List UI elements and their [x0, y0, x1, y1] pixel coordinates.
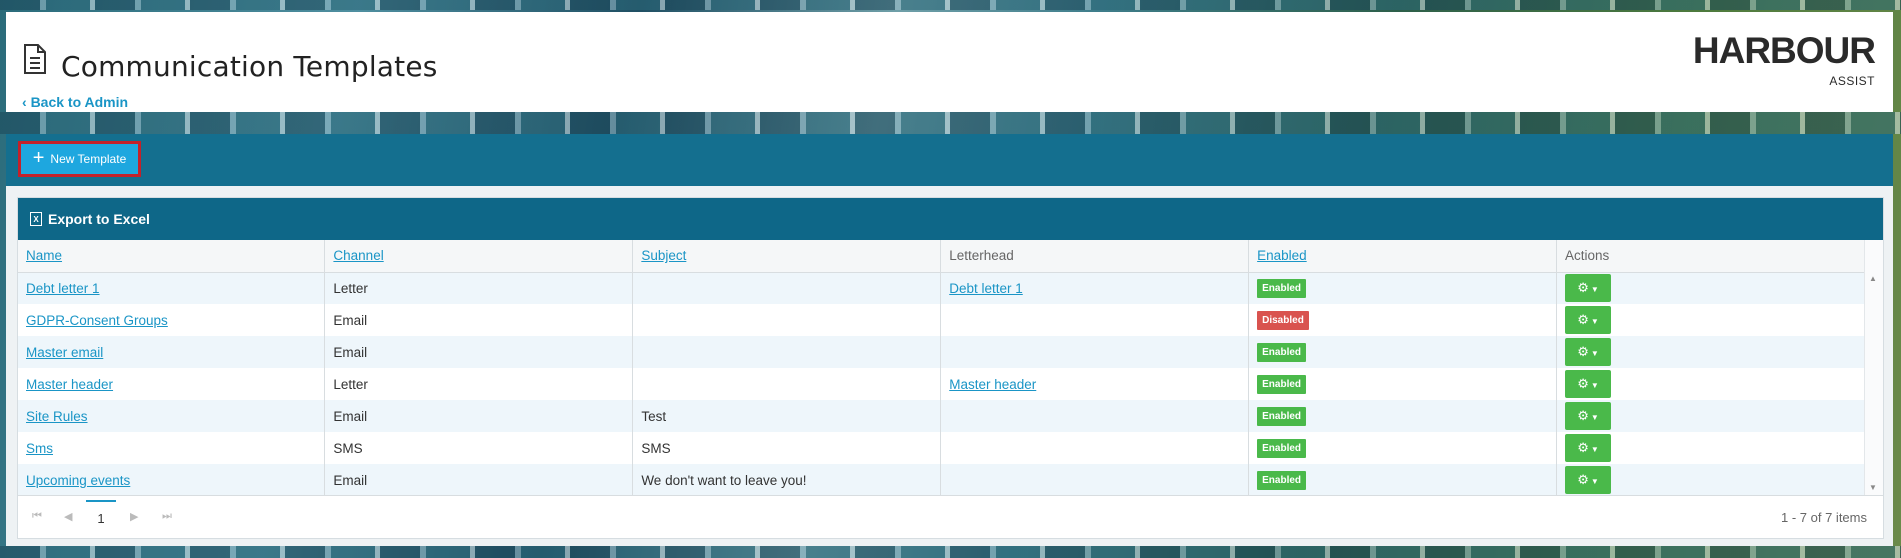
- status-badge: Enabled: [1257, 342, 1307, 362]
- harbour-assist-logo: HARBOUR ASSIST: [1675, 30, 1876, 94]
- scroll-up-icon[interactable]: ▲: [1869, 274, 1877, 283]
- channel-cell: Email: [324, 400, 634, 432]
- status-badge: Enabled: [1257, 438, 1307, 458]
- status-badge: Enabled: [1257, 374, 1307, 394]
- first-page-icon[interactable]: ⏮: [32, 510, 42, 523]
- logo-main-text: HARBOUR: [1692, 30, 1876, 71]
- template-name-link[interactable]: Sms: [26, 441, 53, 456]
- vertical-scrollbar[interactable]: ▲ ▼: [1864, 240, 1883, 498]
- previous-page-icon[interactable]: ◀: [64, 510, 72, 523]
- new-template-button[interactable]: + New Template: [18, 141, 141, 177]
- row-actions-button[interactable]: ⚙ ▼: [1565, 338, 1612, 366]
- row-actions-button[interactable]: ⚙ ▼: [1565, 274, 1612, 303]
- templates-grid: X Export to Excel Name Channel Subject L…: [17, 197, 1884, 539]
- channel-cell: Email: [324, 464, 634, 496]
- column-header-name[interactable]: Name: [18, 240, 326, 273]
- status-badge: Enabled: [1257, 470, 1307, 490]
- table-row: Master email Email Enabled ⚙ ▼: [18, 336, 1866, 368]
- row-actions-button[interactable]: ⚙ ▼: [1565, 306, 1612, 334]
- channel-cell: Email: [324, 304, 634, 336]
- channel-cell: SMS: [324, 432, 634, 464]
- channel-cell: Email: [324, 336, 634, 368]
- status-badge: Enabled: [1257, 278, 1307, 298]
- gear-icon: ⚙: [1577, 408, 1589, 423]
- scroll-down-icon[interactable]: ▼: [1869, 483, 1877, 492]
- template-name-link[interactable]: Master header: [26, 377, 113, 392]
- column-header-channel[interactable]: Channel: [324, 240, 634, 273]
- channel-cell: Letter: [324, 272, 634, 304]
- caret-down-icon: ▼: [1590, 413, 1599, 422]
- letterhead-link[interactable]: Master header: [949, 377, 1036, 392]
- template-name-link[interactable]: Site Rules: [26, 409, 88, 424]
- row-actions-button[interactable]: ⚙ ▼: [1565, 466, 1612, 494]
- status-badge: Enabled: [1257, 406, 1307, 426]
- caret-down-icon: ▼: [1590, 285, 1599, 295]
- subject-cell: [632, 336, 942, 368]
- page-title: Communication Templates: [61, 50, 438, 83]
- subject-cell: [632, 368, 942, 400]
- template-name-link[interactable]: Debt letter 1: [26, 281, 100, 296]
- templates-table: Name Channel Subject Letterhead Enabled …: [18, 240, 1866, 496]
- logo-sub-text: ASSIST: [1829, 74, 1875, 88]
- table-row: Sms SMS SMS Enabled ⚙ ▼: [18, 432, 1866, 464]
- next-page-icon[interactable]: ▶: [130, 510, 138, 523]
- new-template-label: New Template: [50, 152, 127, 166]
- grid-container: X Export to Excel Name Channel Subject L…: [6, 186, 1893, 546]
- subject-cell: SMS: [632, 432, 942, 464]
- page-number-button[interactable]: 1: [86, 500, 116, 534]
- template-name-link[interactable]: GDPR-Consent Groups: [26, 313, 168, 328]
- template-name-link[interactable]: Upcoming events: [26, 473, 130, 488]
- gear-icon: ⚙: [1577, 344, 1589, 359]
- column-header-subject[interactable]: Subject: [632, 240, 942, 273]
- gear-icon: ⚙: [1577, 472, 1589, 487]
- table-row: Debt letter 1 Letter Debt letter 1 Enabl…: [18, 272, 1866, 304]
- back-link-label: Back to Admin: [30, 94, 129, 110]
- caret-down-icon: ▼: [1590, 445, 1599, 454]
- row-actions-button[interactable]: ⚙ ▼: [1565, 434, 1612, 462]
- column-header-letterhead: Letterhead: [940, 240, 1250, 273]
- channel-cell: Letter: [324, 368, 634, 400]
- grid-pager: ⏮ ◀ 1 ▶ ⏭ 1 - 7 of 7 items: [18, 495, 1883, 538]
- table-header-row: Name Channel Subject Letterhead Enabled …: [18, 240, 1866, 273]
- page-header: Communication Templates ‹ Back to Admin …: [6, 12, 1893, 112]
- column-header-enabled[interactable]: Enabled: [1248, 240, 1558, 273]
- row-actions-button[interactable]: ⚙ ▼: [1565, 402, 1612, 430]
- status-badge: Disabled: [1257, 310, 1309, 330]
- plus-icon: +: [32, 147, 45, 169]
- gear-icon: ⚙: [1577, 280, 1589, 296]
- caret-down-icon: ▼: [1590, 349, 1599, 358]
- template-name-link[interactable]: Master email: [26, 345, 103, 360]
- gear-icon: ⚙: [1577, 376, 1589, 391]
- column-header-actions: Actions: [1556, 240, 1866, 273]
- document-icon: [24, 44, 46, 74]
- chevron-left-icon: ‹: [22, 94, 27, 110]
- export-label: Export to Excel: [48, 211, 150, 227]
- subject-cell: [632, 272, 942, 304]
- back-to-admin-link[interactable]: ‹ Back to Admin: [22, 94, 128, 110]
- row-actions-button[interactable]: ⚙ ▼: [1565, 370, 1612, 398]
- page-toolbar: + New Template: [6, 134, 1893, 186]
- pager-info: 1 - 7 of 7 items: [1781, 510, 1867, 525]
- table-row: Site Rules Email Test Enabled ⚙ ▼: [18, 400, 1866, 432]
- gear-icon: ⚙: [1577, 440, 1589, 455]
- caret-down-icon: ▼: [1590, 477, 1599, 486]
- excel-icon: X: [30, 212, 42, 226]
- grid-toolbar: X Export to Excel: [18, 198, 1883, 240]
- caret-down-icon: ▼: [1590, 381, 1599, 390]
- table-row: Master header Letter Master header Enabl…: [18, 368, 1866, 400]
- table-row: Upcoming events Email We don't want to l…: [18, 464, 1866, 496]
- letterhead-link[interactable]: Debt letter 1: [949, 281, 1023, 296]
- export-to-excel-button[interactable]: X Export to Excel: [30, 211, 150, 227]
- subject-cell: We don't want to leave you!: [632, 464, 942, 496]
- gear-icon: ⚙: [1577, 312, 1589, 327]
- subject-cell: [632, 304, 942, 336]
- last-page-icon[interactable]: ⏭: [162, 510, 172, 523]
- subject-cell: Test: [632, 400, 942, 432]
- caret-down-icon: ▼: [1590, 317, 1599, 326]
- table-row: GDPR-Consent Groups Email Disabled ⚙ ▼: [18, 304, 1866, 336]
